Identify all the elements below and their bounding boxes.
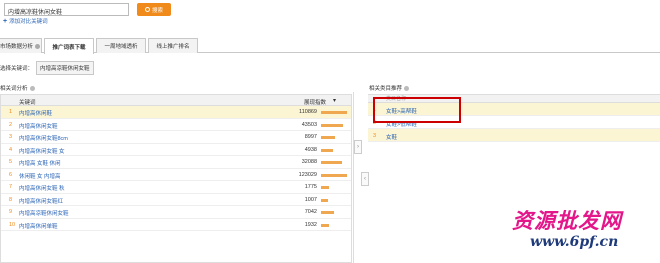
tab-label: 一周地域透析	[104, 44, 138, 50]
row-rank: 2	[9, 121, 13, 128]
row-rank: 3	[9, 134, 13, 140]
tab-online-ranking[interactable]: 线上推广排名	[148, 38, 198, 53]
row-keyword-link[interactable]: 休闲鞋 女 内增高	[19, 172, 61, 180]
tab-market-data[interactable]: 市场数据分析	[0, 38, 42, 53]
row-index-bar	[321, 148, 347, 152]
tab-regional[interactable]: 一周地域透析	[96, 38, 146, 53]
table-row: 6 休闲鞋 女 内增高 123029	[1, 169, 351, 181]
table-row: 5 内增高 女鞋 休闲 32088	[1, 156, 351, 169]
row-index: 1007	[304, 196, 317, 203]
row-keyword-link[interactable]: 内增高休闲鞋	[19, 109, 52, 117]
row-index: 110869	[299, 109, 317, 115]
row-keyword-link[interactable]: 内增高休闲女鞋8cm	[19, 134, 68, 142]
plus-icon: +	[3, 17, 8, 25]
keyword-select-row: 选择关键词： 内增高凉鞋休闲女鞋	[0, 61, 94, 75]
row-index-bar	[321, 173, 347, 177]
search-button-label: 搜索	[151, 7, 163, 14]
table-row: 4 内增高休闲女鞋 女 4938	[1, 144, 351, 156]
row-rank: 6	[9, 171, 13, 178]
watermark-title: 资源批发网	[512, 208, 622, 233]
right-section-title: 相关类目推荐	[369, 84, 410, 92]
search-input[interactable]: 内增高凉鞋休闲女鞋	[4, 3, 129, 16]
row-keyword-link[interactable]: 内增高休闲女鞋红	[19, 197, 63, 205]
row-rank: 9	[9, 209, 13, 215]
category-row: 3 女鞋	[368, 129, 660, 142]
row-index: 43503	[301, 121, 317, 128]
row-index-bar	[321, 161, 347, 164]
highlight-box	[373, 97, 461, 123]
tab-keyword-download[interactable]: 推广词表下载	[44, 38, 94, 54]
row-index-bar	[321, 136, 347, 139]
add-compare-label: 添加对比关键词	[9, 19, 48, 25]
section-title-text: 相关类目推荐	[369, 86, 403, 92]
table-row: 1 内增高休闲鞋 110869	[1, 106, 351, 119]
row-index-bar	[321, 123, 347, 127]
keyword-select-label: 选择关键词：	[0, 66, 34, 72]
add-compare-link[interactable]: + 添加对比关键词	[3, 17, 48, 26]
tab-label: 推广词表下载	[52, 44, 86, 51]
section-title-text: 相关词分析	[0, 86, 28, 92]
watermark-url: www.6pf.cn	[530, 234, 619, 250]
table-row: 2 内增高休闲女鞋 43503	[1, 119, 351, 131]
row-category-link[interactable]: 女鞋	[386, 133, 397, 141]
col-index[interactable]: 展现指数	[304, 98, 326, 106]
row-index-bar	[321, 186, 347, 189]
expand-left-icon[interactable]: ‹	[361, 172, 369, 186]
row-index-bar	[321, 223, 347, 227]
row-keyword-link[interactable]: 内增高休闲女鞋 女	[19, 147, 65, 155]
row-rank: 4	[9, 146, 13, 153]
table-row: 3 内增高休闲女鞋8cm 8997	[1, 131, 351, 144]
expand-right-icon[interactable]: ›	[354, 140, 362, 154]
help-icon	[404, 85, 410, 91]
row-rank: 3	[373, 133, 377, 139]
row-index: 4938	[304, 146, 317, 153]
row-rank: 10	[9, 221, 16, 228]
row-index: 7042	[304, 209, 317, 215]
col-keyword: 关键词	[19, 100, 36, 106]
tab-label: 线上推广排名	[156, 44, 190, 50]
row-index: 123029	[298, 171, 317, 178]
row-keyword-link[interactable]: 内增高 女鞋 休闲	[19, 159, 61, 167]
row-keyword-link[interactable]: 内增高休闲单鞋	[19, 222, 58, 230]
row-index: 32088	[301, 159, 317, 165]
row-index-bar	[321, 111, 347, 114]
row-rank: 5	[9, 159, 13, 165]
row-keyword-link[interactable]: 内增高休闲女鞋 秋	[19, 184, 65, 192]
tab-bar: 市场数据分析 推广词表下载 一周地域透析 线上推广排名	[0, 38, 660, 54]
table-header: 关键词 展现指数 ▾	[1, 95, 351, 106]
search-icon	[144, 7, 150, 12]
row-rank: 8	[9, 196, 13, 203]
keyword-chip[interactable]: 内增高凉鞋休闲女鞋	[36, 61, 94, 75]
row-index: 8997	[304, 134, 317, 140]
row-index-bar	[321, 198, 347, 202]
help-icon	[29, 85, 35, 91]
row-index: 1775	[304, 184, 317, 190]
table-row: 9 内增高凉鞋休闲女鞋 7042	[1, 206, 351, 219]
row-keyword-link[interactable]: 内增高凉鞋休闲女鞋	[19, 209, 69, 217]
left-section-title: 相关词分析	[0, 84, 35, 92]
sort-down-icon[interactable]: ▾	[333, 97, 336, 104]
help-icon	[35, 43, 40, 49]
keyword-table: 关键词 展现指数 ▾ 1 内增高休闲鞋 110869 2 内增高休闲女鞋 43503 3 内增…	[0, 94, 352, 263]
row-rank: 1	[9, 109, 13, 115]
row-index-bar	[321, 211, 347, 214]
table-row: 10 内增高休闲单鞋 1932	[1, 219, 351, 231]
tab-label: 市场数据分析	[0, 44, 33, 50]
row-rank: 7	[9, 184, 13, 190]
row-keyword-link[interactable]: 内增高休闲女鞋	[19, 122, 58, 130]
table-row: 7 内增高休闲女鞋 秋 1775	[1, 181, 351, 194]
table-row: 8 内增高休闲女鞋红 1007	[1, 194, 351, 206]
row-index: 1932	[304, 221, 317, 228]
search-button[interactable]: 搜索	[137, 3, 171, 16]
